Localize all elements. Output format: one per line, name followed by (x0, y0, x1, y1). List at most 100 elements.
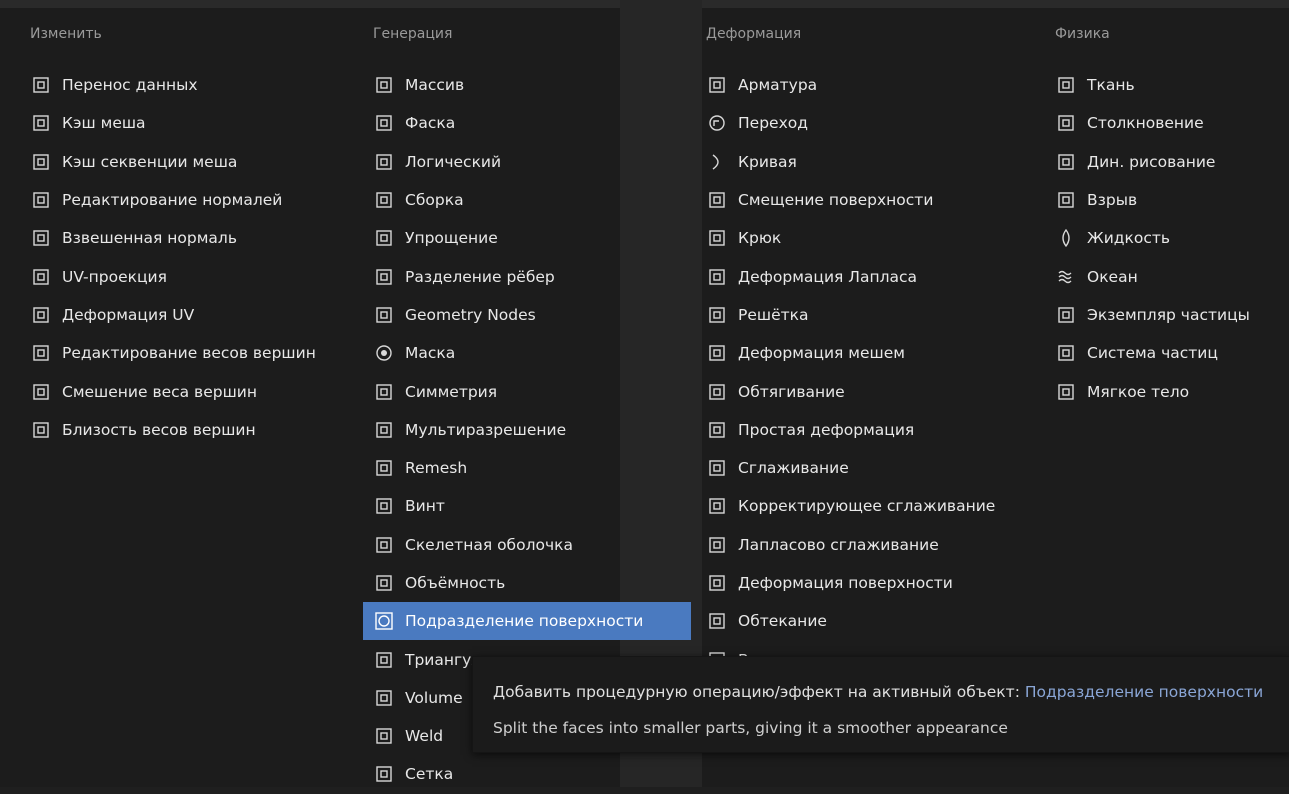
menu-item[interactable]: Крюк (706, 219, 995, 257)
menu-item[interactable]: Взрыв (1055, 181, 1250, 219)
menu-item[interactable]: Деформация поверхности (706, 564, 995, 602)
column-deform: Деформация Арматура Переход Кривая Смещение… (706, 14, 995, 679)
menu-item[interactable]: Система частиц (1055, 334, 1250, 372)
menu-item-label: Массив (405, 76, 465, 95)
menu-item[interactable]: Деформация Лапласа (706, 257, 995, 295)
menu-item-label: Обтекание (738, 612, 827, 631)
menu-item[interactable]: Обтягивание (706, 372, 995, 410)
menu-item[interactable]: Кривая (706, 143, 995, 181)
menu-item-label: Крюк (738, 229, 782, 248)
menu-item-label: Кривая (738, 152, 797, 171)
menu-item-label: Кэш секвенции меша (62, 152, 238, 171)
subdivision-icon (373, 610, 395, 632)
menu-item[interactable]: Кэш секвенции меша (30, 143, 316, 181)
menu-item-label: Деформация UV (62, 305, 195, 324)
normal-edit-icon (30, 189, 52, 211)
menu-item[interactable]: Решётка (706, 296, 995, 334)
tooltip-title: Добавить процедурную операцию/эффект на … (493, 683, 1263, 701)
menu-item[interactable]: Столкновение (1055, 104, 1250, 142)
menu-item-label: Кэш меша (62, 114, 146, 133)
fluid-icon (1055, 227, 1077, 249)
mask-icon (373, 342, 395, 364)
menu-item[interactable]: Мультиразрешение (373, 411, 691, 449)
tooltip-prefix: Добавить процедурную операцию/эффект на … (493, 683, 1025, 701)
menu-item[interactable]: Корректирующее сглаживание (706, 487, 995, 525)
curve-icon (706, 151, 728, 173)
menu-item-label: Редактирование весов вершин (62, 344, 316, 363)
menu-item[interactable]: Разделение рёбер (373, 257, 691, 295)
menu-item[interactable]: Скелетная оболочка (373, 526, 691, 564)
menu-item-label: Фаска (405, 114, 456, 133)
menu-item[interactable]: Жидкость (1055, 219, 1250, 257)
menu-item[interactable]: Океан (1055, 257, 1250, 295)
menu-item[interactable]: Близость весов вершин (30, 411, 316, 449)
menu-item-label: Дин. рисование (1087, 152, 1216, 171)
skin-icon (373, 534, 395, 556)
menu-item[interactable]: Подразделение поверхности (363, 602, 691, 641)
menu-item[interactable]: Деформация мешем (706, 334, 995, 372)
menu-item-label: Упрощение (405, 229, 498, 248)
menu-item-label: Мягкое тело (1087, 382, 1190, 401)
menu-item[interactable]: Смещение поверхности (706, 181, 995, 219)
menu-item[interactable]: Арматура (706, 66, 995, 104)
menu-item[interactable]: Простая деформация (706, 411, 995, 449)
menu-item-label: Weld (405, 727, 444, 746)
menu-item-label: Объёмность (405, 574, 506, 592)
menu-item[interactable]: Перенос данных (30, 66, 316, 104)
menu-item-label: Деформация поверхности (738, 574, 953, 592)
menu-item[interactable]: Экземпляр частицы (1055, 296, 1250, 334)
menu-item[interactable]: Обтекание (706, 602, 995, 640)
menu-item[interactable]: Сборка (373, 181, 691, 219)
screw-icon (373, 495, 395, 517)
menu-item-label: Geometry Nodes (405, 305, 536, 324)
menu-item[interactable]: Фаска (373, 104, 691, 142)
menu-item-label: Корректирующее сглаживание (738, 497, 996, 516)
column-header: Физика (1055, 26, 1110, 42)
menu-item-label: UV-проекция (62, 267, 167, 286)
menu-item[interactable]: Объёмность (373, 564, 691, 602)
menu-item[interactable]: Кэш меша (30, 104, 316, 142)
laplacian-deform-icon (706, 266, 728, 288)
menu-item[interactable]: Взвешенная нормаль (30, 219, 316, 257)
uv-project-icon (30, 266, 52, 288)
menu-item[interactable]: Лапласово сглаживание (706, 526, 995, 564)
menu-item[interactable]: Сглаживание (706, 449, 995, 487)
menu-item[interactable]: Редактирование нормалей (30, 181, 316, 219)
displace-icon (706, 189, 728, 211)
menu-item[interactable]: Remesh (373, 449, 691, 487)
menu-item[interactable]: Маска (373, 334, 691, 372)
menu-item[interactable]: Симметрия (373, 372, 691, 410)
build-icon (373, 189, 395, 211)
menu-item-label: Взвешенная нормаль (62, 229, 237, 248)
menu-item[interactable]: Дин. рисование (1055, 143, 1250, 181)
column-header: Генерация (373, 26, 453, 42)
menu-item-label: Столкновение (1087, 114, 1204, 133)
menu-item[interactable]: Винт (373, 487, 691, 525)
uv-warp-icon (30, 304, 52, 326)
menu-item[interactable]: Редактирование весов вершин (30, 334, 316, 372)
ocean-icon (1055, 266, 1077, 288)
decimate-icon (373, 227, 395, 249)
menu-item[interactable]: Сетка (373, 755, 691, 793)
menu-item-label: Простая деформация (738, 420, 915, 439)
column-header: Деформация (706, 26, 802, 42)
menu-item[interactable]: Переход (706, 104, 995, 142)
particle-system-icon (1055, 342, 1077, 364)
menu-item-label: Деформация Лапласа (738, 267, 917, 286)
menu-item-label: Взрыв (1087, 191, 1138, 210)
menu-item-label: Мультиразрешение (405, 420, 567, 439)
edge-split-icon (373, 266, 395, 288)
menu-item[interactable]: UV-проекция (30, 257, 316, 295)
menu-item[interactable]: Мягкое тело (1055, 372, 1250, 410)
menu-item[interactable]: Ткань (1055, 66, 1250, 104)
cloth-icon (1055, 74, 1077, 96)
armature-icon (706, 74, 728, 96)
menu-item-label: Сборка (405, 191, 464, 210)
menu-item[interactable]: Логический (373, 143, 691, 181)
menu-item[interactable]: Массив (373, 66, 691, 104)
menu-item[interactable]: Упрощение (373, 219, 691, 257)
menu-item-label: Разделение рёбер (405, 267, 555, 286)
menu-item[interactable]: Смешение веса вершин (30, 372, 316, 410)
menu-item[interactable]: Geometry Nodes (373, 296, 691, 334)
menu-item[interactable]: Деформация UV (30, 296, 316, 334)
